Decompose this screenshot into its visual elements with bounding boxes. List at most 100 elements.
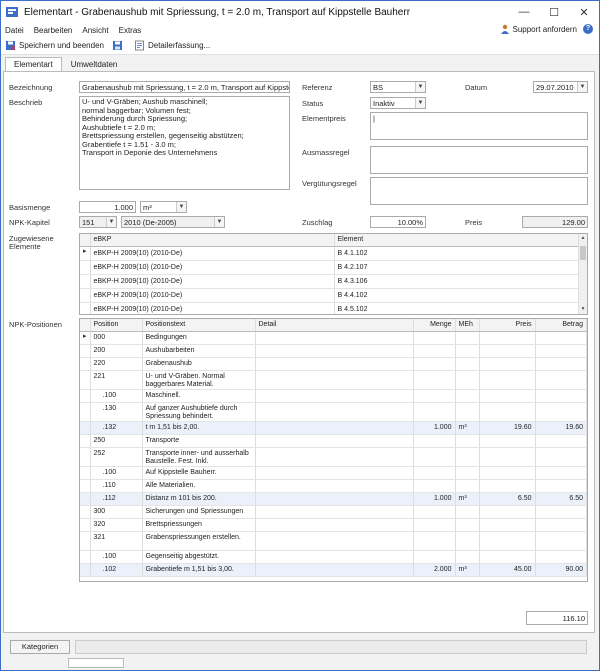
positionstext-cell[interactable]: Auf Kippstelle Bauherr. bbox=[142, 466, 256, 480]
chevron-down-icon[interactable]: ▼ bbox=[415, 82, 425, 92]
preis-cell[interactable] bbox=[479, 518, 536, 532]
scroll-down-icon[interactable]: ▼ bbox=[579, 305, 587, 314]
preis-cell[interactable] bbox=[479, 531, 536, 551]
support-link[interactable]: Support anfordern bbox=[500, 24, 577, 34]
preis-cell[interactable]: 45.00 bbox=[479, 563, 536, 577]
detail-cell[interactable] bbox=[255, 479, 414, 493]
betrag-cell[interactable]: 6.50 bbox=[535, 492, 587, 506]
betrag-col-header[interactable]: Betrag bbox=[535, 319, 587, 332]
positionstext-cell[interactable]: Alle Materialien. bbox=[142, 479, 256, 493]
positionstext-cell[interactable]: U- und V-Gräben. Normal baggerbares Mate… bbox=[142, 370, 256, 390]
table-row[interactable]: .100 Auf Kippstelle Bauherr. bbox=[80, 466, 587, 480]
table-row[interactable]: ▸ 000 Bedingungen bbox=[80, 331, 587, 345]
position-cell[interactable]: .100 bbox=[90, 466, 143, 480]
chevron-down-icon[interactable]: ▼ bbox=[106, 217, 116, 227]
maximize-button[interactable]: ☐ bbox=[539, 1, 569, 23]
element-cell[interactable]: B 4.4.102 bbox=[334, 288, 587, 303]
preis-cell[interactable] bbox=[479, 389, 536, 403]
position-cell[interactable]: .112 bbox=[90, 492, 143, 506]
minimize-button[interactable]: — bbox=[509, 1, 539, 23]
positionstext-cell[interactable]: Bedingungen bbox=[142, 331, 256, 345]
position-cell[interactable]: 300 bbox=[90, 505, 143, 519]
detail-cell[interactable] bbox=[255, 466, 414, 480]
table-row[interactable]: eBKP-H 2009(10) (2010-De) B 4.5.102 bbox=[80, 302, 587, 314]
zuschlag-input[interactable]: 10.00% bbox=[370, 216, 426, 228]
preis-cell[interactable]: 6.50 bbox=[479, 492, 536, 506]
menu-bearbeiten[interactable]: Bearbeiten bbox=[34, 26, 73, 35]
menge-cell[interactable] bbox=[413, 466, 456, 480]
table-row[interactable]: 200 Aushubarbeiten bbox=[80, 344, 587, 358]
table-row[interactable]: ▸ eBKP-H 2009(10) (2010-De) B 4.1.102 bbox=[80, 246, 587, 261]
positionstext-cell[interactable]: Brettspriessungen bbox=[142, 518, 256, 532]
table-row[interactable]: 220 Grabenaushub bbox=[80, 357, 587, 371]
basismenge-unit-combo[interactable]: m³ ▼ bbox=[140, 201, 187, 213]
position-cell[interactable]: 320 bbox=[90, 518, 143, 532]
table-row[interactable]: eBKP-H 2009(10) (2010-De) B 4.2.107 bbox=[80, 260, 587, 275]
detail-cell[interactable] bbox=[255, 550, 414, 564]
positionstext-cell[interactable]: Gegenseitig abgestützt. bbox=[142, 550, 256, 564]
ausmassregel-textarea[interactable] bbox=[370, 146, 588, 174]
detail-cell[interactable] bbox=[255, 370, 414, 390]
beschrieb-textarea[interactable]: U- und V-Gräben; Aushub maschinell; norm… bbox=[79, 96, 290, 190]
preis-cell[interactable] bbox=[479, 402, 536, 422]
positionstext-cell[interactable]: Sicherungen und Spriessungen bbox=[142, 505, 256, 519]
datum-picker[interactable]: 29.07.2010 ▼ bbox=[533, 81, 588, 93]
preis-cell[interactable] bbox=[479, 344, 536, 358]
menge-cell[interactable] bbox=[413, 344, 456, 358]
position-cell[interactable]: 252 bbox=[90, 447, 143, 467]
meh-col-header[interactable]: MEh bbox=[455, 319, 480, 332]
elementpreis-textarea[interactable]: | bbox=[370, 112, 588, 140]
position-cell[interactable]: .100 bbox=[90, 389, 143, 403]
preis-cell[interactable] bbox=[479, 434, 536, 448]
menge-cell[interactable] bbox=[413, 357, 456, 371]
betrag-cell[interactable] bbox=[535, 331, 587, 345]
chevron-down-icon[interactable]: ▼ bbox=[415, 98, 425, 108]
detail-col-header[interactable]: Detail bbox=[255, 319, 414, 332]
save-close-button[interactable]: Speichern und beenden bbox=[5, 40, 104, 51]
position-cell[interactable]: .100 bbox=[90, 550, 143, 564]
positionstext-cell[interactable]: Distanz m 101 bis 200. bbox=[142, 492, 256, 506]
position-cell[interactable]: .132 bbox=[90, 421, 143, 435]
table-row[interactable]: .132 t m 1,51 bis 2,00. 1.000 m³ 19.60 19.60 bbox=[80, 421, 587, 435]
positionstext-cell[interactable]: Grabenspriessungen erstellen. bbox=[142, 531, 256, 551]
meh-cell[interactable] bbox=[455, 344, 480, 358]
meh-cell[interactable] bbox=[455, 466, 480, 480]
position-cell[interactable]: 220 bbox=[90, 357, 143, 371]
betrag-cell[interactable] bbox=[535, 531, 587, 551]
element-cell[interactable]: B 4.2.107 bbox=[334, 260, 587, 275]
betrag-cell[interactable] bbox=[535, 402, 587, 422]
position-cell[interactable]: 250 bbox=[90, 434, 143, 448]
ebkp-col-header[interactable]: eBKP bbox=[90, 234, 335, 247]
ebkp-cell[interactable]: eBKP-H 2009(10) (2010-De) bbox=[90, 302, 335, 314]
meh-cell[interactable] bbox=[455, 389, 480, 403]
table-row[interactable]: .112 Distanz m 101 bis 200. 1.000 m³ 6.50 6.5… bbox=[80, 492, 587, 506]
table-row[interactable]: 300 Sicherungen und Spriessungen bbox=[80, 505, 587, 519]
table-row[interactable]: .100 Gegenseitig abgestützt. bbox=[80, 550, 587, 564]
menge-cell[interactable] bbox=[413, 479, 456, 493]
table-row[interactable]: eBKP-H 2009(10) (2010-De) B 4.4.102 bbox=[80, 288, 587, 303]
meh-cell[interactable]: m³ bbox=[455, 492, 480, 506]
table-row[interactable]: 321 Grabenspriessungen erstellen. bbox=[80, 531, 587, 551]
positionstext-cell[interactable]: Grabentiefe m 1,51 bis 3,00. bbox=[142, 563, 256, 577]
betrag-cell[interactable] bbox=[535, 479, 587, 493]
menge-cell[interactable] bbox=[413, 389, 456, 403]
scroll-thumb[interactable] bbox=[580, 246, 586, 260]
positionstext-cell[interactable]: Transporte bbox=[142, 434, 256, 448]
menge-cell[interactable] bbox=[413, 550, 456, 564]
menge-cell[interactable] bbox=[413, 518, 456, 532]
positionstext-cell[interactable]: Maschinell. bbox=[142, 389, 256, 403]
position-col-header[interactable]: Position bbox=[90, 319, 143, 332]
menge-cell[interactable]: 1.000 bbox=[413, 492, 456, 506]
meh-cell[interactable] bbox=[455, 550, 480, 564]
tab-elementart[interactable]: Elementart bbox=[5, 57, 62, 71]
betrag-cell[interactable]: 19.60 bbox=[535, 421, 587, 435]
position-cell[interactable]: 221 bbox=[90, 370, 143, 390]
betrag-cell[interactable] bbox=[535, 447, 587, 467]
meh-cell[interactable] bbox=[455, 479, 480, 493]
table-row[interactable]: .100 Maschinell. bbox=[80, 389, 587, 403]
element-cell[interactable]: B 4.3.106 bbox=[334, 274, 587, 289]
betrag-cell[interactable] bbox=[535, 550, 587, 564]
betrag-cell[interactable] bbox=[535, 505, 587, 519]
bezeichnung-input[interactable]: Grabenaushub mit Spriessung, t = 2.0 m, … bbox=[79, 81, 290, 93]
betrag-cell[interactable]: 90.00 bbox=[535, 563, 587, 577]
